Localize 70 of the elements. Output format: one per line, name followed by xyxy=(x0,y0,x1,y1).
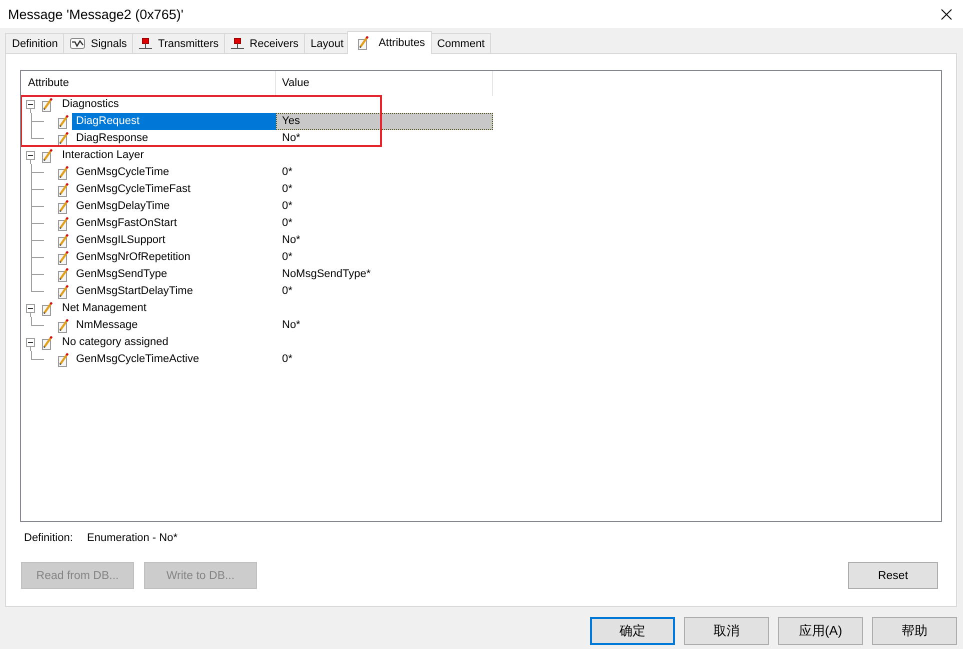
reset-button[interactable]: Reset xyxy=(848,562,938,589)
attribute-name[interactable]: GenMsgCycleTimeActive xyxy=(72,351,200,368)
tab[interactable]: Layout xyxy=(304,33,349,53)
attribute-name[interactable]: NmMessage xyxy=(72,317,138,334)
column-header[interactable]: Attribute xyxy=(21,71,276,96)
attribute-name[interactable]: GenMsgCycleTime xyxy=(72,164,170,181)
category-label[interactable]: Diagnostics xyxy=(60,96,121,113)
tab[interactable]: Receivers xyxy=(224,33,304,53)
collapse-icon[interactable] xyxy=(26,151,35,160)
dialog-button[interactable]: 取消 xyxy=(684,617,769,645)
category-label[interactable]: No category assigned xyxy=(60,334,170,351)
attribute-value[interactable]: 0* xyxy=(276,283,292,300)
pencil-page-icon xyxy=(57,132,69,146)
column-header[interactable]: Value xyxy=(276,71,493,96)
attribute-name[interactable]: GenMsgNrOfRepetition xyxy=(72,249,190,266)
attribute-value[interactable]: 0* xyxy=(276,164,292,181)
pencil-page-icon xyxy=(57,250,69,264)
collapse-icon[interactable] xyxy=(26,100,35,109)
attribute-value[interactable]: 0* xyxy=(276,215,292,232)
dialog-button[interactable]: 应用(A) xyxy=(778,617,863,645)
attribute-value[interactable]: No* xyxy=(276,130,300,147)
definition-value: Enumeration - No* xyxy=(87,532,178,544)
attribute-name[interactable]: GenMsgSendType xyxy=(72,266,168,283)
pencil-page-icon xyxy=(57,114,69,128)
category-label[interactable]: Interaction Layer xyxy=(60,147,146,164)
close-icon[interactable] xyxy=(941,8,952,20)
category-label[interactable]: Net Management xyxy=(60,300,148,317)
definition-label: Definition: xyxy=(24,532,74,544)
attribute-value[interactable]: 0* xyxy=(276,198,292,215)
tab[interactable]: Definition xyxy=(5,33,63,53)
attribute-value[interactable]: No* xyxy=(276,232,300,249)
tab[interactable]: Signals xyxy=(62,33,132,53)
dialog-button[interactable]: 帮助 xyxy=(872,617,957,645)
pencil-page-icon xyxy=(57,216,69,230)
attribute-name[interactable]: GenMsgILSupport xyxy=(72,232,166,249)
pencil-page-icon xyxy=(41,148,53,162)
attribute-name[interactable]: DiagResponse xyxy=(72,130,148,147)
attribute-value[interactable]: NoMsgSendType* xyxy=(276,266,371,283)
pencil-page-icon xyxy=(41,336,53,350)
tab[interactable]: Comment xyxy=(430,33,491,53)
collapse-icon[interactable] xyxy=(26,304,35,313)
attribute-value[interactable]: 0* xyxy=(276,249,292,266)
wave-icon xyxy=(70,38,85,49)
pencil-page-icon xyxy=(41,98,53,112)
attribute-name[interactable]: DiagRequest xyxy=(72,113,276,130)
attribute-value[interactable]: Yes xyxy=(276,113,493,130)
window-title: Message 'Message2 (0x765)' xyxy=(8,6,184,22)
attribute-value[interactable]: No* xyxy=(276,317,300,334)
attribute-value[interactable]: 0* xyxy=(276,351,292,368)
pencil-page-icon xyxy=(57,284,69,298)
node-icon xyxy=(138,38,152,49)
dialog-button[interactable]: 确定 xyxy=(590,617,675,645)
attribute-value[interactable]: 0* xyxy=(276,181,292,198)
tab[interactable]: Transmitters xyxy=(132,33,224,53)
pencil-page-icon xyxy=(57,318,69,332)
attribute-name[interactable]: GenMsgFastOnStart xyxy=(72,215,177,232)
pencil-page-icon xyxy=(57,166,69,180)
pencil-page-icon xyxy=(41,302,53,316)
attribute-name[interactable]: GenMsgDelayTime xyxy=(72,198,170,215)
pencil-page-icon xyxy=(57,352,69,366)
pencil-page-icon xyxy=(356,36,369,50)
attribute-name[interactable]: GenMsgStartDelayTime xyxy=(72,283,193,300)
node-icon xyxy=(230,38,244,49)
attribute-name[interactable]: GenMsgCycleTimeFast xyxy=(72,181,191,198)
pencil-page-icon xyxy=(57,234,69,248)
pencil-page-icon xyxy=(57,200,69,214)
pencil-page-icon xyxy=(57,182,69,196)
pencil-page-icon xyxy=(57,268,69,282)
collapse-icon[interactable] xyxy=(26,338,35,347)
tab[interactable]: Attributes xyxy=(346,31,432,54)
